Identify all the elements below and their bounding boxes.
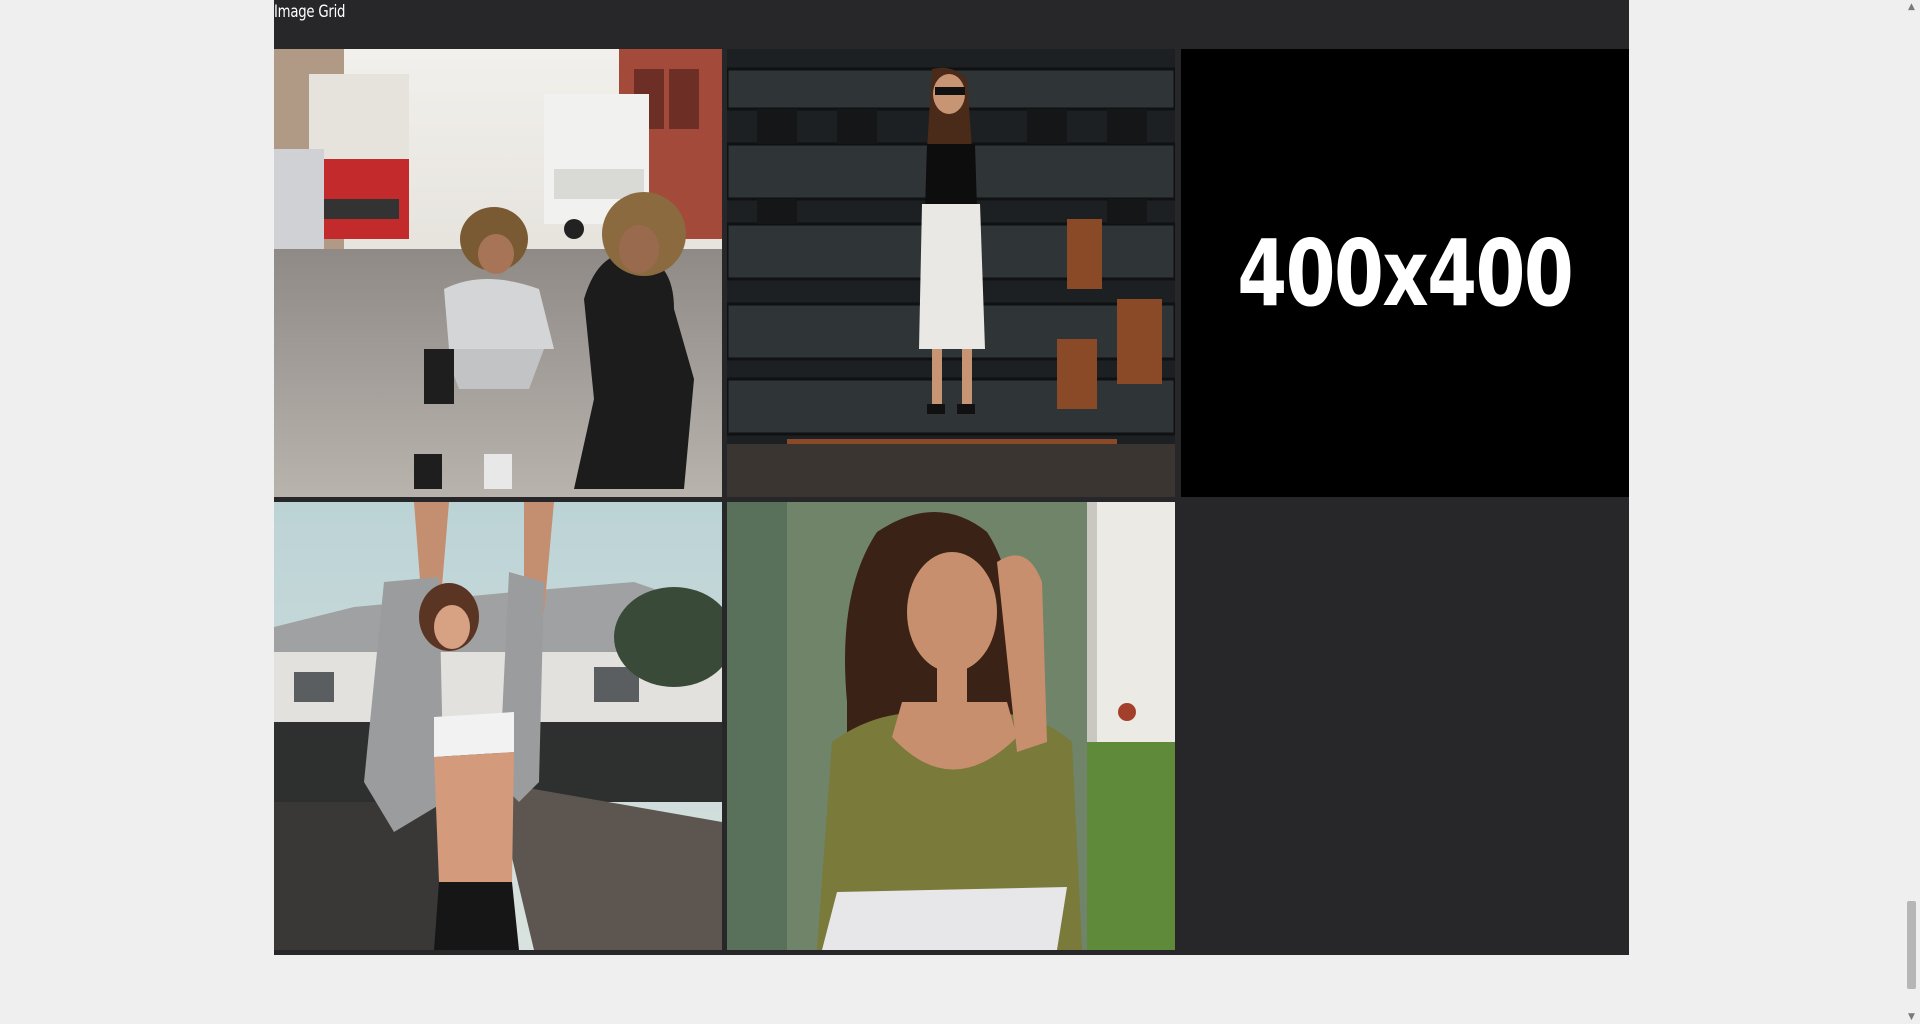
- placeholder-label: 400x400: [1237, 219, 1575, 327]
- grid-image-woman-dock[interactable]: [274, 502, 722, 950]
- grid-image-mother-child[interactable]: [274, 49, 722, 497]
- grid-image-woman-white-skirt[interactable]: [727, 49, 1175, 497]
- page: Image Grid 400x400 ▲ ▼: [0, 0, 1920, 1024]
- image-grid-panel: Image Grid 400x400: [274, 0, 1629, 955]
- panel-title: Image Grid: [274, 2, 346, 22]
- scroll-up-arrow-icon[interactable]: ▲: [1903, 0, 1920, 14]
- image-grid: 400x400: [274, 49, 1629, 950]
- grid-image-placeholder[interactable]: 400x400: [1181, 49, 1629, 497]
- grid-image-woman-green-wall[interactable]: [727, 502, 1175, 950]
- scroll-down-arrow-icon[interactable]: ▼: [1903, 1010, 1920, 1024]
- vertical-scrollbar[interactable]: ▲ ▼: [1903, 0, 1920, 1024]
- scroll-thumb[interactable]: [1907, 901, 1916, 989]
